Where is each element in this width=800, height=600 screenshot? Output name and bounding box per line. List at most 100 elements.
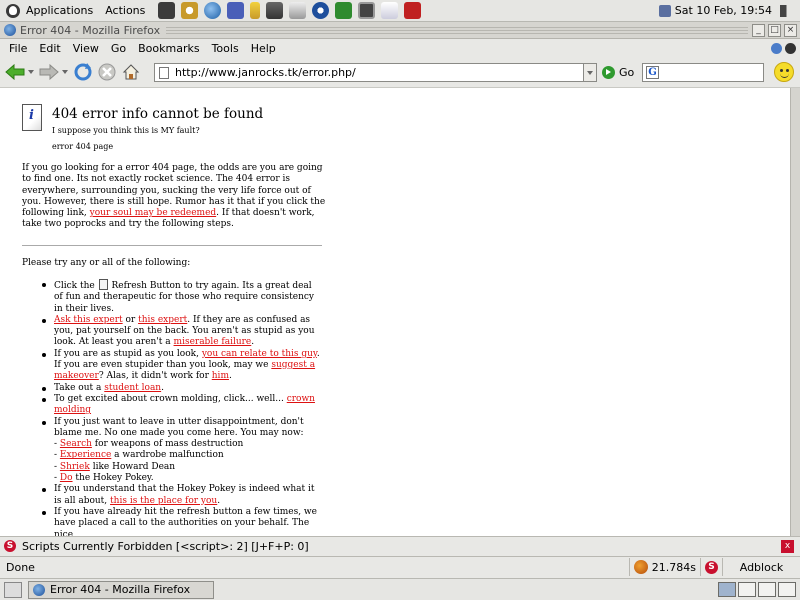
- step-text: Take out a: [54, 382, 102, 393]
- place-for-you-link[interactable]: this is the place for you: [110, 496, 217, 506]
- url-text: http://www.janrocks.tk/error.php/: [175, 66, 356, 79]
- relate-guy-link[interactable]: you can relate to this guy: [202, 349, 317, 359]
- terminal-icon[interactable]: [158, 2, 176, 19]
- firefox-icon: [33, 583, 45, 596]
- adblock-label: Adblock: [739, 560, 784, 574]
- throbber-icon: [785, 42, 796, 54]
- throbber-up-icon[interactable]: [771, 42, 782, 54]
- page-subtitle: I suppose you think this is MY fault?: [52, 126, 200, 135]
- miserable-failure-link[interactable]: miserable failure: [174, 337, 252, 347]
- search-link[interactable]: Search: [60, 439, 92, 449]
- window-titlebar[interactable]: Error 404 - Mozilla Firefox _ □ ×: [0, 22, 800, 39]
- workspace-2[interactable]: [738, 582, 756, 597]
- money-icon[interactable]: [335, 2, 353, 19]
- list-item: If you just want to leave in utter disap…: [42, 417, 322, 485]
- do-link[interactable]: Do: [60, 473, 73, 483]
- step-text: If you have already hit the refresh butt…: [54, 506, 317, 536]
- this-expert-link[interactable]: this expert: [138, 315, 187, 325]
- forward-button[interactable]: [38, 61, 60, 83]
- step-text: .: [161, 382, 164, 393]
- taskbar-window-button[interactable]: Error 404 - Mozilla Firefox: [28, 580, 214, 599]
- workspace-4[interactable]: [778, 582, 796, 597]
- volume-icon[interactable]: [780, 4, 792, 17]
- back-button[interactable]: [4, 61, 26, 83]
- url-history-dropdown[interactable]: [584, 63, 597, 82]
- actions-label: Actions: [105, 4, 146, 17]
- smiley-icon[interactable]: [774, 62, 794, 82]
- step-text: If you are as stupid as you look,: [54, 348, 199, 359]
- search-input[interactable]: G: [642, 63, 764, 82]
- page-title: 404 error info cannot be found: [52, 106, 264, 122]
- show-desktop-button[interactable]: [4, 581, 22, 598]
- back-dropdown-icon[interactable]: [28, 70, 34, 74]
- menu-go[interactable]: Go: [105, 42, 132, 55]
- maximize-button[interactable]: □: [768, 23, 781, 37]
- home-icon: [122, 64, 140, 80]
- forward-dropdown-icon[interactable]: [62, 70, 68, 74]
- menu-edit[interactable]: Edit: [33, 42, 66, 55]
- figure-icon[interactable]: [250, 2, 261, 19]
- firefox-icon: [4, 24, 16, 36]
- notepad-icon[interactable]: [289, 2, 307, 19]
- adblock-cell[interactable]: Adblock: [722, 558, 800, 576]
- info-icon: i: [22, 104, 42, 131]
- step-text: for weapons of mass destruction: [91, 439, 244, 450]
- home-button[interactable]: [120, 61, 142, 83]
- him-link[interactable]: him: [212, 371, 229, 381]
- menu-help[interactable]: Help: [245, 42, 282, 55]
- timer-label: 21.784s: [651, 560, 696, 574]
- menu-view[interactable]: View: [67, 42, 105, 55]
- reload-button[interactable]: [72, 61, 94, 83]
- task-label: Error 404 - Mozilla Firefox: [50, 583, 191, 596]
- soul-redeemed-link[interactable]: your soul may be redeemed: [90, 208, 217, 218]
- menu-tools[interactable]: Tools: [206, 42, 245, 55]
- actions-menu[interactable]: Actions: [99, 0, 151, 22]
- divider: [22, 245, 322, 246]
- step-text: To get excited about crown molding, clic…: [54, 393, 284, 404]
- noscript-icon[interactable]: S: [4, 540, 16, 552]
- steps-list: Click the Refresh Button to try again. I…: [42, 279, 322, 536]
- status-text: Done: [6, 560, 35, 574]
- workspace-3[interactable]: [758, 582, 776, 597]
- ask-expert-link[interactable]: Ask this expert: [54, 315, 123, 325]
- close-button[interactable]: ×: [784, 23, 797, 37]
- applications-menu[interactable]: Applications: [0, 0, 99, 22]
- clock-icon[interactable]: [181, 2, 199, 19]
- go-button[interactable]: Go: [602, 64, 634, 81]
- fish-icon[interactable]: [312, 2, 330, 19]
- vertical-scrollbar[interactable]: [790, 88, 800, 536]
- m-icon[interactable]: [227, 2, 245, 19]
- timer-cell[interactable]: 21.784s: [628, 558, 700, 576]
- step-text: the Hokey Pokey.: [72, 473, 154, 484]
- shriek-link[interactable]: Shriek: [60, 462, 90, 472]
- noscript-status-cell[interactable]: S: [700, 558, 722, 576]
- stop-button[interactable]: [96, 61, 118, 83]
- minimize-button[interactable]: _: [752, 23, 765, 37]
- noscript-close-button[interactable]: x: [781, 539, 794, 553]
- google-icon[interactable]: G: [646, 66, 659, 79]
- experience-link[interactable]: Experience: [60, 450, 111, 460]
- go-arrow-icon: [602, 66, 615, 79]
- document-icon[interactable]: [381, 2, 399, 19]
- workspace-1[interactable]: [718, 582, 736, 597]
- list-item: To get excited about crown molding, clic…: [42, 394, 322, 417]
- window-title: Error 404 - Mozilla Firefox: [20, 23, 161, 37]
- top-panel: Applications Actions Sat 10 Feb, 19:54: [0, 0, 800, 22]
- clock-label: Sat 10 Feb, 19:54: [674, 4, 772, 17]
- reload-icon: [74, 63, 92, 81]
- step-text: like Howard Dean: [89, 461, 176, 472]
- url-bar[interactable]: http://www.janrocks.tk/error.php/: [154, 63, 584, 82]
- pdf-icon[interactable]: [404, 2, 422, 19]
- globe-icon[interactable]: [204, 2, 222, 19]
- screen-icon[interactable]: [358, 2, 376, 19]
- launcher-bar: [155, 2, 424, 19]
- student-loan-link[interactable]: student loan: [104, 383, 161, 393]
- list-item: Click the Refresh Button to try again. I…: [42, 279, 322, 315]
- clock[interactable]: Sat 10 Feb, 19:54: [651, 4, 780, 17]
- menu-bookmarks[interactable]: Bookmarks: [132, 42, 205, 55]
- step-text: Click the: [54, 281, 95, 291]
- monitor-icon[interactable]: [266, 2, 284, 19]
- intro-paragraph: If you go looking for a error 404 page, …: [22, 163, 328, 231]
- applications-label: Applications: [26, 4, 94, 17]
- menu-file[interactable]: File: [3, 42, 33, 55]
